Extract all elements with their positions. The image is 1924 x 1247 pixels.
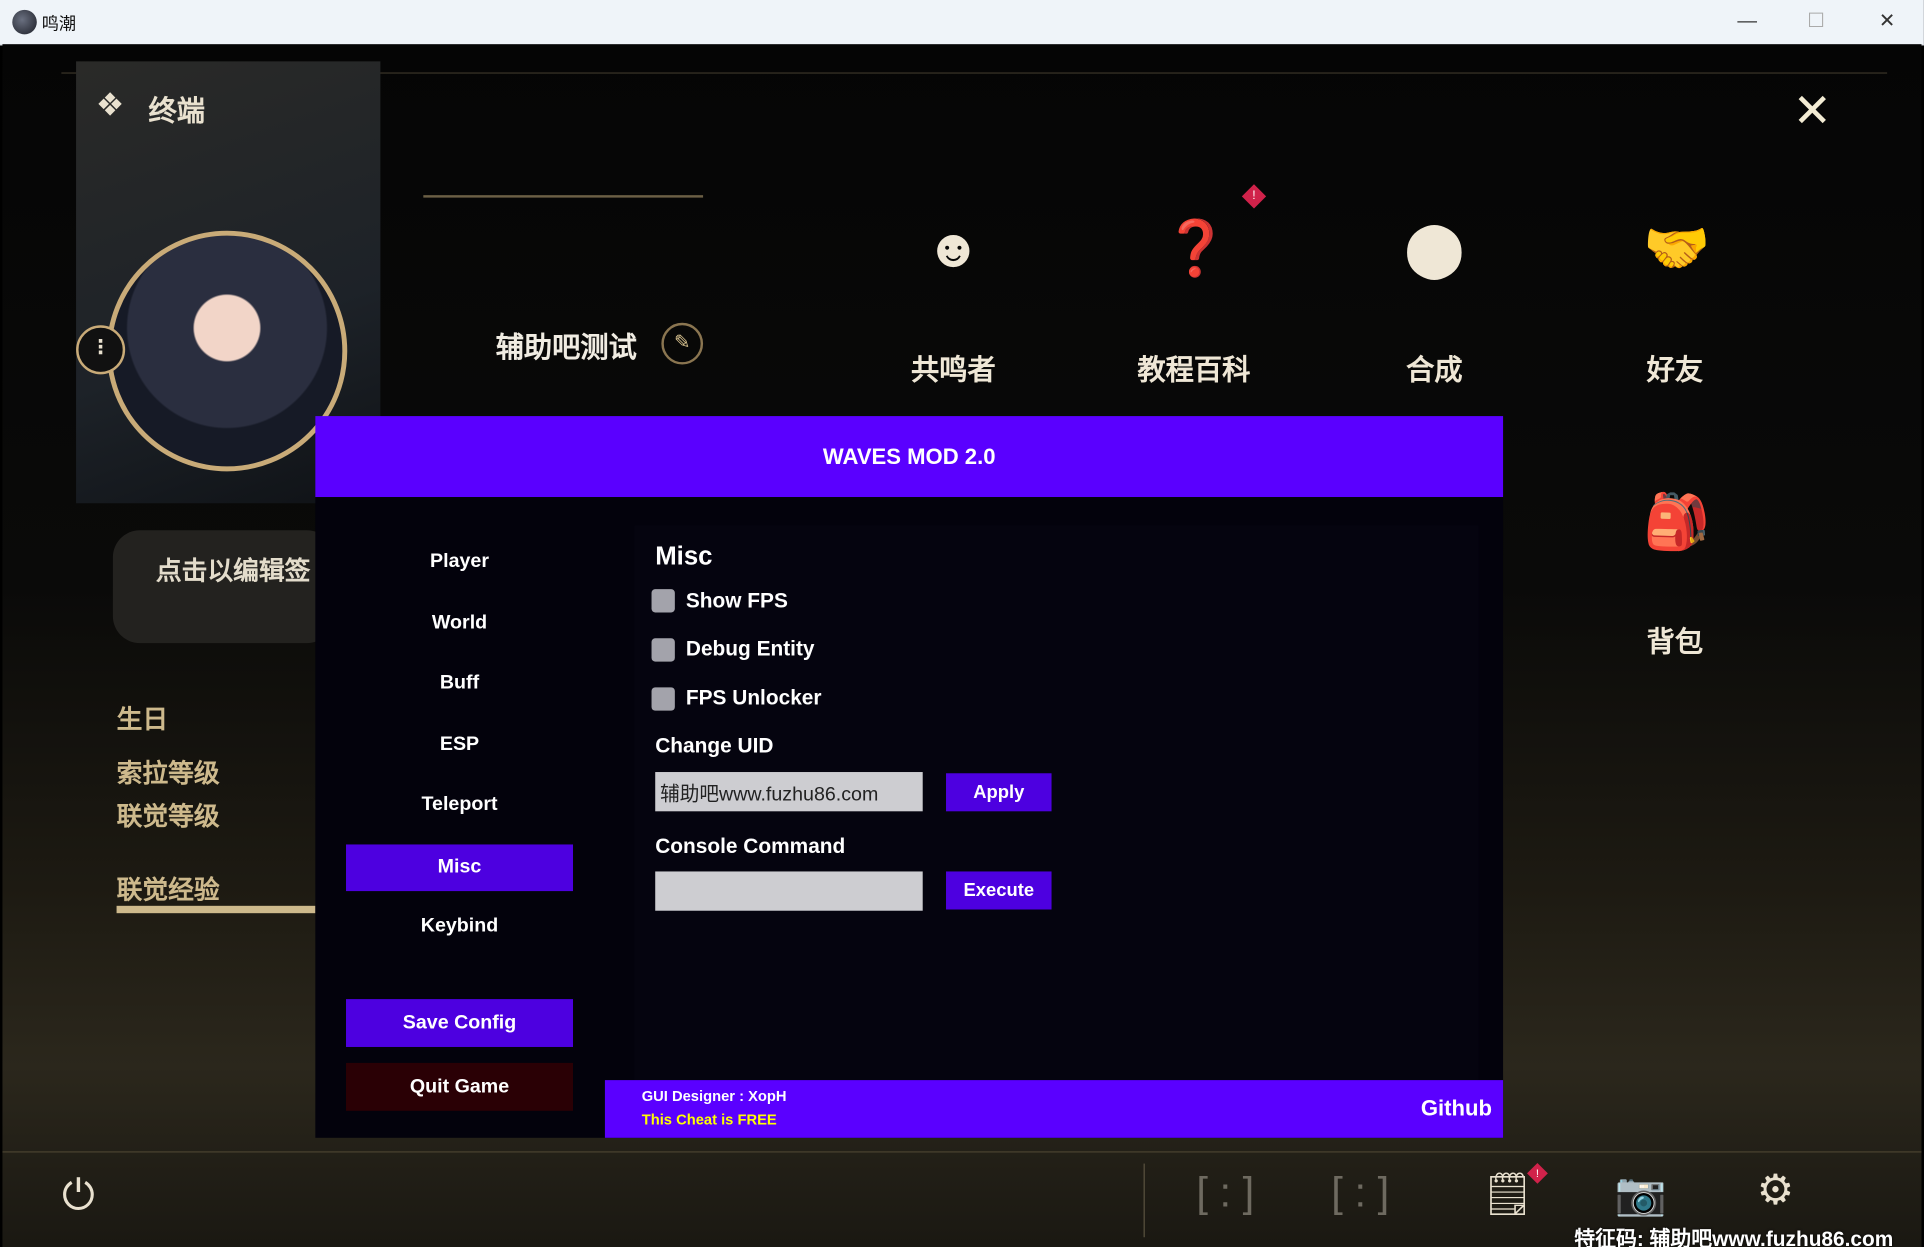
free-notice: This Cheat is FREE <box>641 1110 777 1128</box>
menu-friends[interactable]: 好友 <box>1601 346 1748 388</box>
alert-badge: ! <box>1241 184 1267 209</box>
show-fps-label: Show FPS <box>685 589 788 613</box>
nav-keybind[interactable]: Keybind <box>346 903 573 950</box>
union-exp-label: 联觉经验 <box>116 876 220 905</box>
signature-hint[interactable]: 点击以编辑签 <box>156 551 311 588</box>
apply-button[interactable]: Apply <box>946 773 1052 812</box>
nav-esp[interactable]: ESP <box>346 722 573 769</box>
nav-player[interactable]: Player <box>346 539 573 586</box>
fps-unlocker-label: FPS Unlocker <box>685 686 822 710</box>
show-fps-checkbox[interactable] <box>651 589 675 613</box>
watermark: 特征码: 辅助吧www.fuzhu86.com <box>1574 1227 1894 1247</box>
uid-input[interactable] <box>655 772 923 812</box>
terminal-diamond-icon: ❖ <box>95 85 125 123</box>
mod-title: WAVES MOD 2.0 <box>315 416 1504 498</box>
nav-buff[interactable]: Buff <box>346 660 573 707</box>
designer-credit: GUI Designer : XopH <box>641 1087 787 1105</box>
maximize-button[interactable]: ☐ <box>1791 7 1840 36</box>
minimize-button[interactable]: — <box>1723 7 1772 36</box>
menu-synthesis[interactable]: 合成 <box>1361 346 1508 388</box>
friends-icon[interactable]: 🤝 <box>1643 215 1710 284</box>
close-button[interactable]: ✕ <box>1863 7 1912 36</box>
console-input[interactable] <box>655 871 923 911</box>
camera-icon[interactable]: 📷 <box>1611 1170 1670 1219</box>
debug-entity-checkbox[interactable] <box>651 638 675 662</box>
window-titlebar: 鸣潮 — ☐ ✕ <box>0 0 1924 46</box>
settings-gear-icon[interactable]: ⚙ <box>1746 1166 1805 1215</box>
window-title: 鸣潮 <box>41 13 77 34</box>
backpack-icon[interactable]: 🎒 <box>1643 489 1710 558</box>
union-level-label: 联觉等级 <box>116 802 220 831</box>
more-options-icon[interactable]: ⋮ <box>76 325 126 375</box>
console-command-label: Console Command <box>655 834 846 858</box>
change-uid-label: Change UID <box>655 733 774 758</box>
power-icon[interactable]: ⏻ <box>52 1172 106 1233</box>
menu-resonator[interactable]: 共鸣者 <box>880 346 1027 388</box>
menu-backpack[interactable]: 背包 <box>1601 619 1748 661</box>
debug-entity-label: Debug Entity <box>685 637 815 661</box>
nav-teleport[interactable]: Teleport <box>346 782 573 829</box>
nav-world[interactable]: World <box>346 600 573 647</box>
sol-level-label: 索拉等级 <box>116 759 220 788</box>
notice-icon[interactable]: 🗒 <box>1481 1170 1534 1219</box>
union-exp-bar <box>116 905 316 914</box>
execute-button[interactable]: Execute <box>946 871 1052 910</box>
empty-slot-1[interactable]: [ : ] <box>1196 1170 1254 1218</box>
synthesis-icon[interactable]: ⬤ <box>1402 215 1466 284</box>
name-divider <box>423 195 704 198</box>
bottom-divider <box>2 1151 1922 1153</box>
section-title: 终端 <box>148 94 205 127</box>
notice-badge: ! <box>1527 1162 1548 1184</box>
resonator-icon[interactable]: ☻ <box>921 215 985 284</box>
close-terminal-icon[interactable]: ✕ <box>1791 83 1833 138</box>
nav-misc[interactable]: Misc <box>346 844 574 892</box>
quit-game-button[interactable]: Quit Game <box>346 1062 574 1111</box>
fps-unlocker-checkbox[interactable] <box>651 687 675 711</box>
save-config-button[interactable]: Save Config <box>346 999 574 1047</box>
section-heading: Misc <box>655 542 713 571</box>
player-name: 辅助吧测试 <box>495 331 637 364</box>
app-icon <box>12 9 37 35</box>
menu-guidebook[interactable]: 教程百科 <box>1120 346 1267 388</box>
github-link[interactable]: Github <box>1421 1096 1492 1122</box>
birthday-label: 生日 <box>116 705 169 734</box>
empty-slot-2[interactable]: [ : ] <box>1331 1170 1389 1218</box>
guidebook-icon[interactable]: ❓ <box>1162 215 1229 284</box>
avatar[interactable] <box>106 230 348 472</box>
edit-name-icon[interactable]: ✎ <box>661 322 704 365</box>
screen: 鸣潮 — ☐ ✕ ❖ 终端 ⋮ 辅助吧测试 ✎ ✕ ☻ 共鸣者 ❓ ! 教程百科… <box>0 0 1924 1247</box>
bottom-separator <box>1143 1163 1145 1238</box>
